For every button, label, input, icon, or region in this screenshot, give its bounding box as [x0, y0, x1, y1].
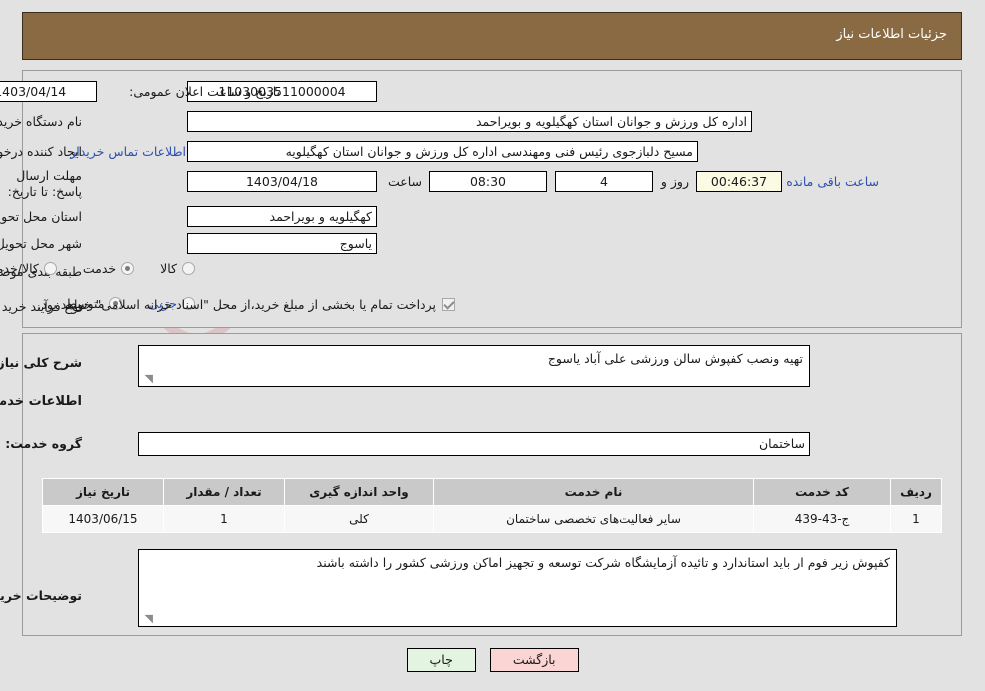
col-row-no: ردیف [890, 478, 942, 506]
buyer-contact-link[interactable]: اطلاعات تماس خریدار [70, 144, 186, 160]
city-field[interactable]: یاسوج [187, 233, 377, 254]
label-service-group: گروه خدمت: [5, 436, 82, 451]
islamic-treasury-note: پرداخت تمام یا بخشی از مبلغ خرید،از محل … [37, 297, 436, 312]
page-title-bar: جزئیات اطلاعات نیاز [22, 12, 962, 60]
remaining-days-field[interactable]: 4 [555, 171, 653, 192]
col-service-name: نام خدمت [433, 478, 754, 506]
category-label-1: خدمت [82, 261, 117, 276]
category-radio-0[interactable] [182, 262, 195, 275]
col-unit: واحد اندازه گیری [284, 478, 434, 506]
islamic-treasury-checkbox-wrap[interactable]: پرداخت تمام یا بخشی از مبلغ خرید،از محل … [37, 297, 455, 312]
label-deadline: مهلت ارسال پاسخ: تا تاریخ: [7, 168, 82, 199]
general-desc-textarea[interactable]: تهیه ونصب کفپوش سالن ورزشی علی آباد یاسو… [138, 345, 810, 387]
buyer-notes-textarea[interactable]: کفپوش زیر فوم ار باید استاندارد و تائیده… [138, 549, 897, 627]
resize-grip-icon[interactable]: ◥ [141, 613, 153, 625]
category-option-1[interactable]: خدمت [82, 261, 135, 276]
label-remaining-days: روز و [660, 174, 689, 189]
action-button-bar: بازگشت چاپ [0, 648, 985, 672]
category-option-2[interactable]: کالا/خدمت [0, 261, 57, 276]
table-header-row: ردیف کد خدمت نام خدمت واحد اندازه گیری ت… [42, 478, 942, 506]
label-general-desc: شرح کلی نیاز: [0, 355, 82, 370]
col-need-date: تاریخ نیاز [42, 478, 164, 506]
category-radio-group[interactable]: کالا خدمت کالا/خدمت [0, 261, 195, 276]
print-button[interactable]: چاپ [406, 648, 476, 672]
province-field[interactable]: کهگیلویه و بویراحمد [187, 206, 377, 227]
islamic-treasury-checkbox[interactable] [442, 298, 455, 311]
cell-quantity: 1 [163, 505, 285, 533]
col-service-code: کد خدمت [753, 478, 891, 506]
category-option-0[interactable]: کالا [160, 261, 195, 276]
label-deadline-time: ساعت [387, 174, 422, 189]
table-row[interactable]: 1 ج-43-439 سایر فعالیت‌های تخصصی ساختمان… [42, 505, 942, 533]
cell-need-date: 1403/06/15 [42, 505, 164, 533]
resize-grip-icon[interactable]: ◥ [141, 373, 153, 385]
label-city: شهر محل تحویل: [0, 236, 82, 251]
back-button[interactable]: بازگشت [489, 648, 579, 672]
cell-service-code: ج-43-439 [753, 505, 891, 533]
label-buyer-org: نام دستگاه خریدار: [0, 114, 82, 129]
category-label-2: کالا/خدمت [0, 261, 39, 276]
label-buyer-notes: توضیحات خریدار: [0, 588, 82, 603]
col-quantity: تعداد / مقدار [163, 478, 285, 506]
deadline-date-field[interactable]: 1403/04/18 [187, 171, 377, 192]
requester-field[interactable]: مسیح دلبازجوی رئیس فنی ومهندسی اداره کل … [187, 141, 698, 162]
remaining-timer-field: 00:46:37 [696, 171, 782, 192]
buyer-org-field[interactable]: اداره کل ورزش و جوانان استان کهگیلویه و … [187, 111, 752, 132]
services-table: ردیف کد خدمت نام خدمت واحد اندازه گیری ت… [42, 478, 942, 533]
page-title: جزئیات اطلاعات نیاز [836, 27, 947, 42]
deadline-time-field[interactable]: 08:30 [429, 171, 547, 192]
cell-row-no: 1 [890, 505, 942, 533]
cell-service-name: سایر فعالیت‌های تخصصی ساختمان [433, 505, 754, 533]
category-label-0: کالا [160, 261, 177, 276]
label-remaining-hours: ساعت باقی مانده [786, 174, 879, 189]
need-summary-panel [22, 70, 962, 328]
cell-unit: کلی [284, 505, 434, 533]
label-province: استان محل تحویل: [0, 209, 82, 224]
general-desc-value: تهیه ونصب کفپوش سالن ورزشی علی آباد یاسو… [547, 351, 803, 366]
services-section-title: اطلاعات خدمات مورد نیاز [0, 394, 82, 409]
buyer-notes-value: کفپوش زیر فوم ار باید استاندارد و تائیده… [316, 555, 890, 570]
category-radio-1[interactable] [121, 262, 135, 275]
service-group-field[interactable]: ساختمان [138, 432, 810, 456]
category-radio-2[interactable] [43, 262, 57, 275]
label-public-announce: تاریخ و ساعت اعلان عمومی: [129, 84, 280, 99]
public-announce-field[interactable]: 1403/04/14 - 07:13 [0, 81, 97, 102]
